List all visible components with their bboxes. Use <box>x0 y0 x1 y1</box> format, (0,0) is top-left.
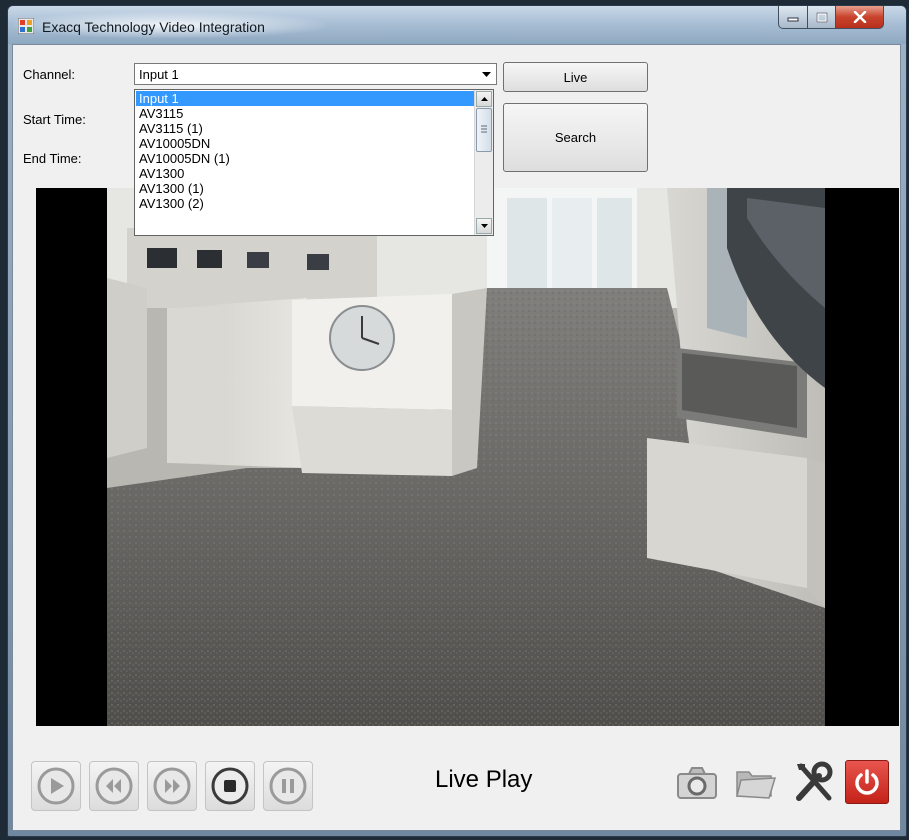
settings-button[interactable] <box>789 758 837 806</box>
stop-button[interactable] <box>205 761 255 811</box>
camera-icon <box>677 767 717 799</box>
camera-feed-image <box>107 188 825 726</box>
play-icon <box>37 767 75 805</box>
rewind-button[interactable] <box>89 761 139 811</box>
grip-icon <box>481 125 487 133</box>
minimize-icon <box>787 17 799 22</box>
dropdown-item[interactable]: AV3115 (1) <box>136 121 475 136</box>
dropdown-item[interactable]: Input 1 <box>136 91 475 106</box>
dropdown-item[interactable]: AV3115 <box>136 106 475 121</box>
pause-button[interactable] <box>263 761 313 811</box>
scroll-up-button[interactable] <box>476 91 492 107</box>
channel-label: Channel: <box>23 67 76 82</box>
rewind-icon <box>95 767 133 805</box>
close-icon <box>853 11 866 23</box>
channel-dropdown-list[interactable]: Input 1 AV3115 AV3115 (1) AV10005DN AV10… <box>134 89 494 236</box>
chevron-up-icon <box>480 97 488 101</box>
dropdown-item[interactable]: AV1300 (2) <box>136 196 475 211</box>
window-title: Exacq Technology Video Integration <box>42 19 265 35</box>
pause-icon <box>269 767 307 805</box>
snapshot-button[interactable] <box>673 758 721 806</box>
dropdown-item[interactable]: AV10005DN (1) <box>136 151 475 166</box>
dropdown-item[interactable]: AV1300 (1) <box>136 181 475 196</box>
maximize-button[interactable] <box>807 6 836 29</box>
live-button[interactable]: Live <box>503 62 648 92</box>
playback-status: Live Play <box>435 766 533 793</box>
dropdown-item[interactable]: AV10005DN <box>136 136 475 151</box>
open-folder-button[interactable] <box>731 758 779 806</box>
dropdown-item[interactable]: AV1300 <box>136 166 475 181</box>
title-bar[interactable]: Exacq Technology Video Integration <box>8 6 906 44</box>
scroll-down-button[interactable] <box>476 218 492 234</box>
client-area: Channel: Start Time: End Time: Input 1 L… <box>12 44 901 831</box>
chevron-down-icon <box>480 224 488 228</box>
video-panel[interactable] <box>36 188 899 726</box>
play-button[interactable] <box>31 761 81 811</box>
fast-forward-icon <box>153 767 191 805</box>
stop-icon <box>211 767 249 805</box>
exit-button[interactable] <box>845 760 889 804</box>
app-icon <box>18 18 34 34</box>
dropdown-scrollbar[interactable] <box>474 90 493 235</box>
maximize-icon <box>816 12 827 22</box>
close-button[interactable] <box>835 6 884 29</box>
app-window: Exacq Technology Video Integration Chann… <box>7 5 907 837</box>
tools-icon <box>796 761 833 801</box>
minimize-button[interactable] <box>778 6 808 29</box>
scroll-thumb[interactable] <box>476 108 492 152</box>
fast-forward-button[interactable] <box>147 761 197 811</box>
end-time-label: End Time: <box>23 151 82 166</box>
chevron-down-icon[interactable] <box>478 65 495 83</box>
channel-select[interactable]: Input 1 <box>134 63 497 85</box>
search-button[interactable]: Search <box>503 103 648 172</box>
start-time-label: Start Time: <box>23 112 86 127</box>
folder-icon <box>736 771 777 799</box>
channel-select-value: Input 1 <box>139 67 179 82</box>
power-icon <box>855 769 879 795</box>
